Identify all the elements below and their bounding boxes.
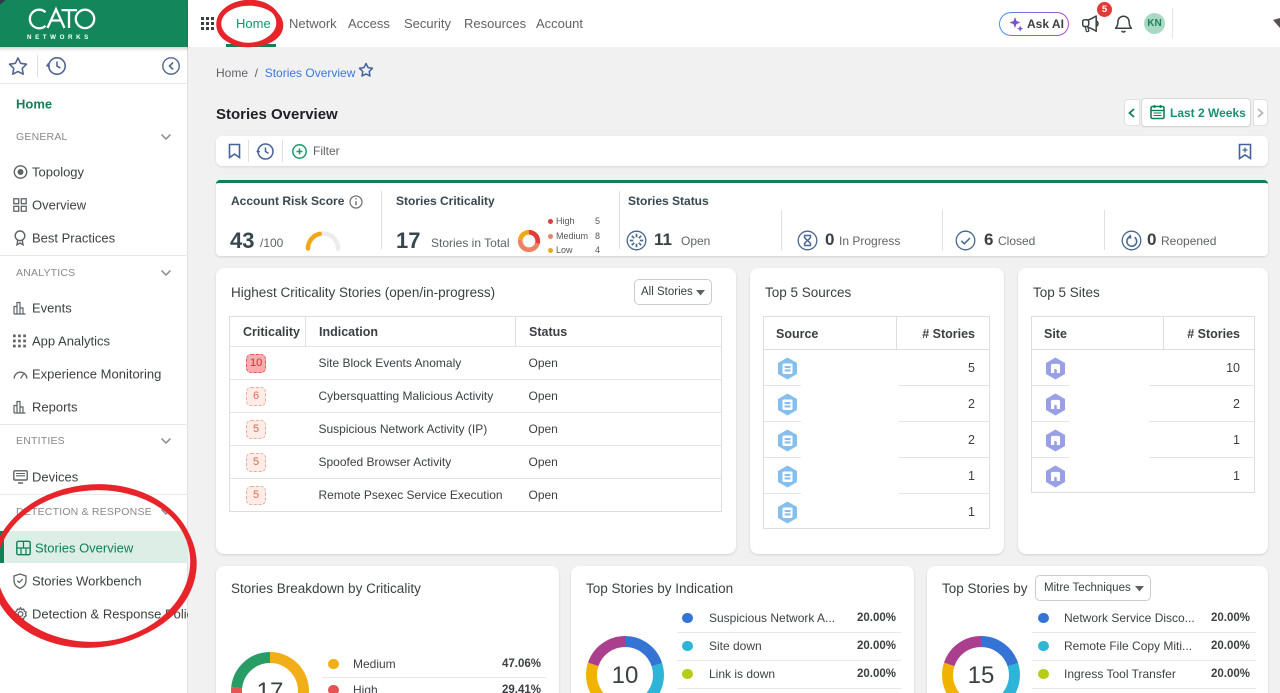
svg-text:17: 17 [257, 678, 284, 693]
svg-text:10: 10 [612, 662, 639, 689]
svg-text:15: 15 [968, 662, 995, 689]
svg-text:NETWORKS: NETWORKS [27, 34, 92, 41]
